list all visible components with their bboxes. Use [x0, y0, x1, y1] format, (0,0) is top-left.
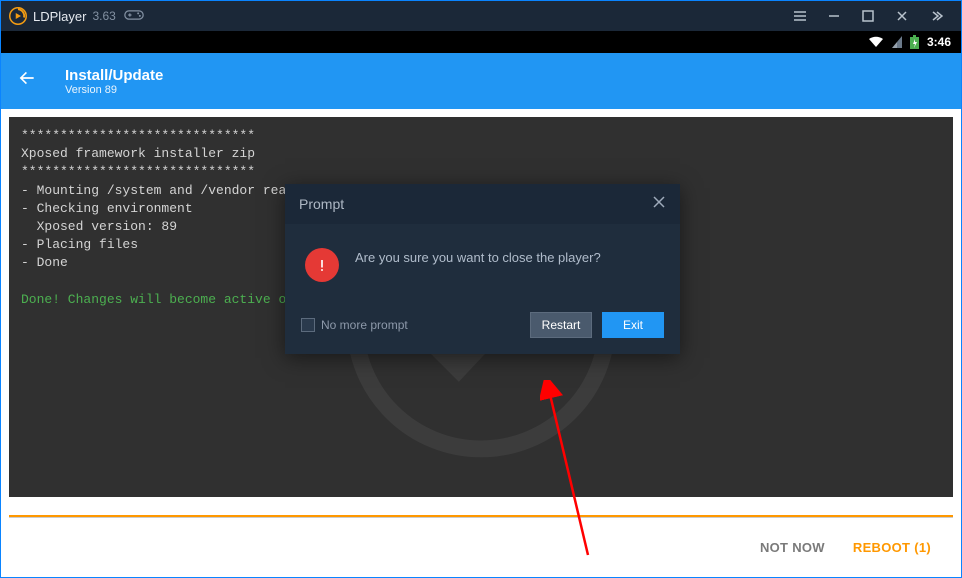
minimize-button[interactable] — [817, 1, 851, 31]
back-button[interactable] — [17, 68, 37, 94]
dialog-header: Prompt — [285, 184, 680, 224]
reboot-button[interactable]: REBOOT (1) — [853, 540, 931, 555]
ldplayer-logo-icon — [9, 7, 27, 25]
warning-icon — [305, 248, 339, 282]
exit-button[interactable]: Exit — [602, 312, 664, 338]
battery-icon — [910, 35, 919, 49]
dialog-message: Are you sure you want to close the playe… — [355, 248, 601, 282]
controller-icon — [124, 8, 144, 25]
page-title: Install/Update — [65, 67, 163, 84]
app-version: 3.63 — [92, 9, 115, 23]
dialog-title: Prompt — [299, 196, 652, 212]
restart-button[interactable]: Restart — [530, 312, 592, 338]
wifi-icon — [868, 36, 884, 48]
dialog-close-button[interactable] — [652, 195, 666, 214]
page-subtitle: Version 89 — [65, 84, 163, 96]
dialog-footer: No more prompt Restart Exit — [285, 300, 680, 354]
android-statusbar: 3:46 — [1, 31, 961, 53]
checkbox-label: No more prompt — [321, 318, 408, 332]
close-button[interactable] — [885, 1, 919, 31]
footer: NOT NOW REBOOT (1) — [1, 517, 961, 577]
menu-icon[interactable] — [783, 1, 817, 31]
prompt-dialog: Prompt Are you sure you want to close th… — [285, 184, 680, 354]
not-now-button[interactable]: NOT NOW — [760, 540, 825, 555]
app-name: LDPlayer — [33, 9, 86, 24]
dialog-body: Are you sure you want to close the playe… — [285, 224, 680, 300]
page-header: Install/Update Version 89 — [1, 53, 961, 109]
status-time: 3:46 — [927, 35, 951, 49]
titlebar: LDPlayer 3.63 — [1, 1, 961, 31]
no-more-prompt-checkbox[interactable]: No more prompt — [301, 318, 520, 332]
checkbox-box — [301, 318, 315, 332]
maximize-button[interactable] — [851, 1, 885, 31]
expand-icon[interactable] — [919, 1, 953, 31]
signal-icon — [892, 36, 902, 48]
